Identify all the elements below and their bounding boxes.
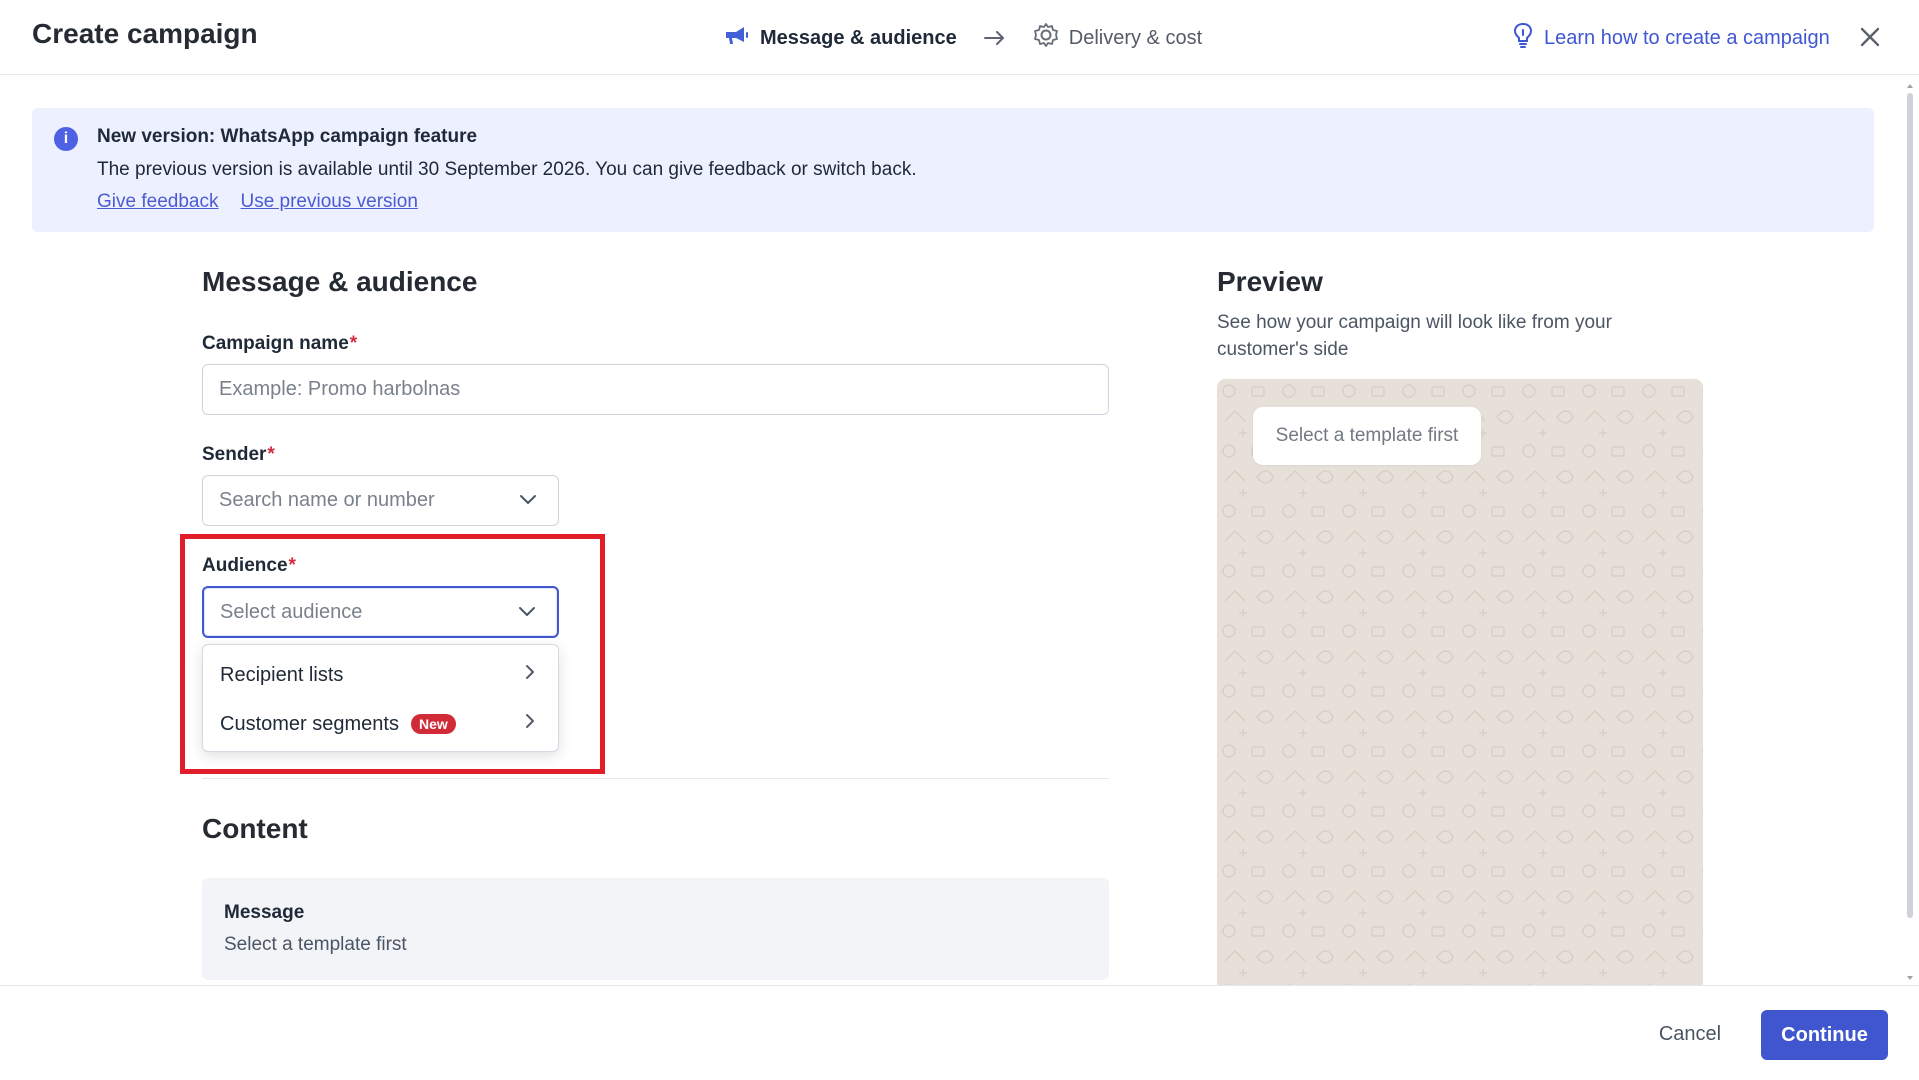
step-label: Message & audience (760, 26, 957, 49)
audience-select-inner: Select audience (220, 601, 557, 624)
scroll-thumb[interactable] (1907, 93, 1913, 918)
customer-segments-label: Customer segments (220, 712, 399, 735)
audience-label-text: Audience (202, 555, 288, 576)
preview-subtitle: See how your campaign will look like fro… (1217, 312, 1612, 360)
campaign-name-placeholder: Example: Promo harbolnas (219, 378, 461, 400)
chat-background-pattern (1217, 379, 1703, 985)
learn-link-label: Learn how to create a campaign (1544, 26, 1830, 49)
required-mark: * (349, 333, 358, 354)
section-divider (202, 778, 1109, 779)
message-card: Message Select a template first (202, 878, 1109, 980)
message-audience-title: Message & audience (202, 266, 478, 297)
audience-label: Audience* (202, 555, 296, 577)
scroll-down-icon[interactable] (1905, 970, 1915, 980)
feature-banner: i New version: WhatsApp campaign feature… (32, 108, 1874, 232)
sender-label-text: Sender (202, 444, 267, 465)
banner-text: The previous version is available until … (97, 159, 917, 180)
chevron-right-icon (524, 712, 536, 736)
step-delivery-cost[interactable]: Delivery & cost (1033, 22, 1202, 54)
cancel-button[interactable]: Cancel (1634, 1010, 1746, 1058)
page-title: Create campaign (32, 18, 258, 49)
sender-placeholder: Search name or number (219, 489, 435, 511)
new-badge: New (410, 714, 456, 734)
campaign-name-label: Campaign name* (202, 333, 357, 355)
sender-select[interactable]: Search name or number (202, 475, 559, 526)
step-label: Delivery & cost (1068, 26, 1203, 49)
preview-message-bubble: Select a template first (1253, 407, 1481, 465)
recipient-lists-label: Recipient lists (220, 663, 344, 686)
chevron-down-icon (517, 601, 537, 624)
audience-dropdown-menu: Recipient lists Customer segments New (202, 644, 559, 752)
campaign-name-label-text: Campaign name (202, 333, 349, 354)
chevron-down-icon (518, 489, 538, 512)
chevron-right-icon (524, 663, 536, 687)
sender-label: Sender* (202, 444, 275, 466)
recipient-lists-option[interactable]: Recipient lists (203, 651, 558, 699)
arrow-right-icon (983, 29, 1007, 47)
scroll-up-icon[interactable] (1905, 78, 1915, 88)
use-previous-version-link[interactable]: Use previous version (240, 191, 417, 213)
banner-links: Give feedback Use previous version (97, 191, 418, 213)
top-header: Create campaign Message & audience Deliv… (0, 0, 1919, 75)
sender-select-inner: Search name or number (219, 489, 558, 512)
content-title: Content (202, 813, 308, 844)
learn-link[interactable]: Learn how to create a campaign (1512, 22, 1830, 54)
audience-placeholder: Select audience (220, 600, 363, 623)
gear-icon (1033, 22, 1059, 54)
give-feedback-link[interactable]: Give feedback (97, 191, 218, 213)
megaphone-icon (724, 24, 750, 52)
audience-select[interactable]: Select audience (202, 586, 559, 638)
close-icon[interactable] (1857, 24, 1883, 50)
required-mark: * (288, 555, 296, 576)
page-scrollbar[interactable] (1905, 76, 1915, 984)
continue-button[interactable]: Continue (1761, 1010, 1888, 1060)
preview-phone-area: Select a template first (1217, 379, 1703, 985)
footer-bar: Cancel Continue (0, 985, 1919, 1080)
step-message-audience[interactable]: Message & audience (724, 24, 957, 52)
lightbulb-icon (1512, 22, 1534, 54)
message-card-text: Select a template first (224, 934, 407, 955)
required-mark: * (267, 444, 275, 465)
customer-segments-option[interactable]: Customer segments New (203, 700, 558, 748)
banner-title: New version: WhatsApp campaign feature (97, 126, 478, 147)
customer-segments-left: Customer segments New (220, 713, 456, 736)
campaign-stepper: Message & audience Delivery & cost (724, 22, 1202, 54)
message-card-title: Message (224, 902, 305, 923)
campaign-name-input[interactable]: Example: Promo harbolnas (202, 364, 1109, 415)
info-icon: i (54, 127, 78, 151)
preview-title: Preview (1217, 266, 1323, 297)
